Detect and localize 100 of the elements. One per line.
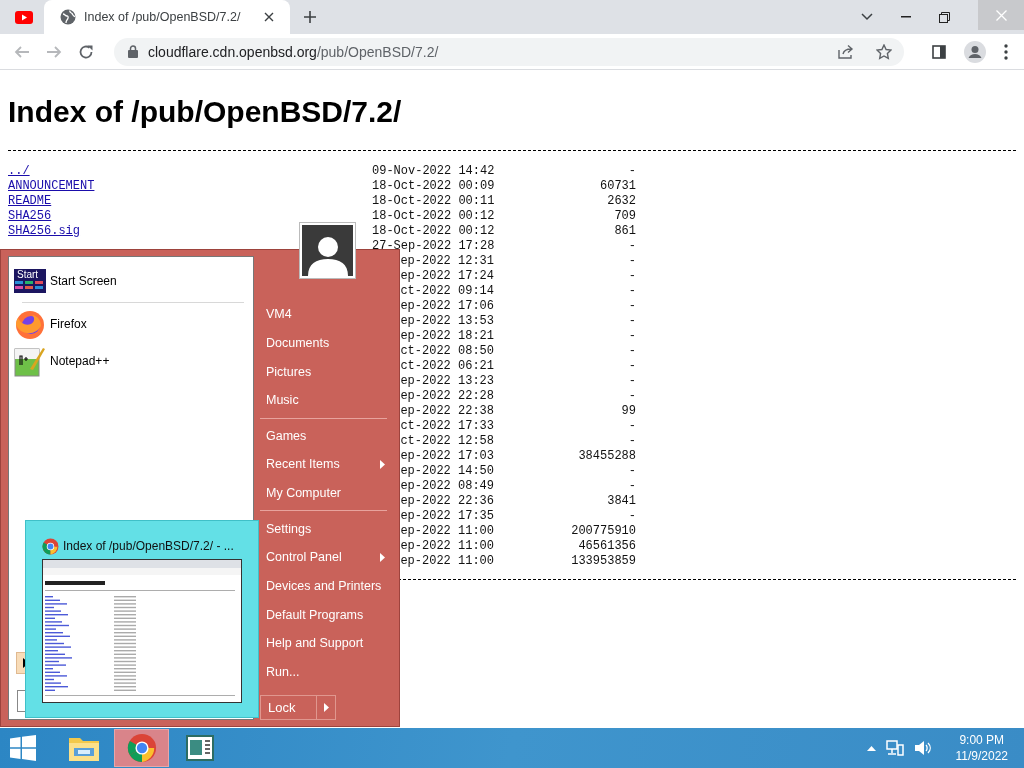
address-bar[interactable]: cloudflare.cdn.openbsd.org/pub/OpenBSD/7.2/ <box>114 37 904 66</box>
modified-date: ep-2022 13:23 <box>400 374 494 388</box>
menu-item[interactable]: Recent Items <box>260 450 387 479</box>
preview-title: Index of /pub/OpenBSD/7.2/ - ... <box>63 539 234 553</box>
modified-date: ep-2022 17:06 <box>400 299 494 313</box>
menu-icon[interactable] <box>1004 43 1008 60</box>
video-play-icon <box>15 10 33 24</box>
menu-item[interactable]: Run... <box>260 657 387 687</box>
profile-icon[interactable] <box>964 40 986 63</box>
modified-date: ep-2022 12:31 <box>400 254 494 268</box>
file-link[interactable]: SHA256 <box>8 209 52 223</box>
browser-tab[interactable]: Index of /pub/OpenBSD/7.2/ <box>44 0 290 34</box>
menu-item[interactable]: Documents <box>260 328 387 358</box>
file-link[interactable]: ../ <box>8 164 30 178</box>
modified-date: ep-2022 14:50 <box>400 464 494 478</box>
file-size: - <box>627 269 636 284</box>
menu-item[interactable]: Devices and Printers <box>260 571 387 601</box>
add-icon[interactable] <box>304 11 316 23</box>
file-size: 38455288 <box>577 449 636 464</box>
chevron-down-icon[interactable] <box>861 13 873 21</box>
menu-item[interactable]: Settings <box>260 514 387 543</box>
lock-icon <box>128 45 138 58</box>
menu-item[interactable]: My Computer <box>260 478 387 508</box>
modified-date: ep-2022 11:00 <box>400 539 494 553</box>
menu-item[interactable]: Default Programs <box>260 600 387 629</box>
file-size: 2632 <box>606 194 636 209</box>
triangle-right-icon <box>380 552 385 562</box>
modified-date: ct-2022 09:14 <box>400 284 494 298</box>
taskbar-button[interactable] <box>114 729 169 767</box>
modified-date: ct-2022 08:50 <box>400 344 494 358</box>
file-link[interactable]: ANNOUNCEMENT <box>8 179 95 193</box>
speaker-icon[interactable] <box>913 740 932 756</box>
modified-date: ep-2022 22:28 <box>400 389 494 403</box>
url-text: cloudflare.cdn.openbsd.org/pub/OpenBSD/7.2/ <box>148 43 439 60</box>
modified-date: ep-2022 17:03 <box>400 449 494 463</box>
menu-item[interactable]: Music <box>260 385 387 415</box>
file-size: - <box>627 359 636 374</box>
window-app-icon <box>185 735 214 761</box>
file-size: - <box>627 314 636 329</box>
page-heading: Index of /pub/OpenBSD/7.2/ <box>8 94 403 130</box>
triangle-right-icon <box>380 459 385 469</box>
chrome-logo-icon <box>42 537 59 555</box>
clock[interactable]: 9:00 PM 11/9/2022 <box>955 732 1008 764</box>
menu-item[interactable]: VM4 <box>260 300 387 329</box>
reload-icon[interactable] <box>78 43 94 60</box>
file-size: - <box>627 434 636 449</box>
modified-date: 18-Oct-2022 00:12 <box>372 209 495 223</box>
program-item[interactable]: Firefox <box>14 305 248 342</box>
minimize-icon[interactable] <box>901 16 911 18</box>
modified-date: ep-2022 18:21 <box>400 329 494 343</box>
file-size: 46561356 <box>577 539 636 554</box>
close-icon <box>995 9 1007 21</box>
file-size: 861 <box>613 224 636 239</box>
modified-date: ep-2022 11:00 <box>400 554 494 568</box>
start-screen-icon: Start <box>14 269 46 293</box>
star-icon[interactable] <box>876 43 892 60</box>
file-size: - <box>627 419 636 434</box>
user-avatar[interactable] <box>300 223 355 278</box>
file-size: - <box>627 389 636 404</box>
chrome-logo-icon <box>126 733 157 763</box>
modified-date: ct-2022 12:58 <box>400 434 494 448</box>
network-icon[interactable] <box>885 740 904 756</box>
modified-date: 18-Oct-2022 00:12 <box>372 224 495 238</box>
restore-icon[interactable] <box>939 11 950 23</box>
menu-item[interactable]: Help and Support <box>260 628 387 658</box>
file-size: 709 <box>613 209 636 224</box>
menu-item[interactable]: Control Panel <box>260 542 387 572</box>
program-item[interactable]: Start Start Screen <box>14 262 248 300</box>
file-size: - <box>627 164 636 179</box>
modified-date: 18-Oct-2022 00:09 <box>372 179 495 193</box>
windows-logo-icon[interactable] <box>10 735 36 761</box>
file-size: - <box>627 284 636 299</box>
file-size: - <box>627 509 636 524</box>
modified-date: ep-2022 22:36 <box>400 494 494 508</box>
file-size: 200775910 <box>570 524 636 539</box>
file-size: 99 <box>620 404 636 419</box>
close-icon[interactable] <box>264 12 274 22</box>
modified-date: ep-2022 08:49 <box>400 479 494 493</box>
side-panel-icon[interactable] <box>932 44 946 59</box>
program-item[interactable]: Notepad++ <box>14 342 248 379</box>
file-size: 60731 <box>599 179 636 194</box>
modified-date: ct-2022 17:33 <box>400 419 494 433</box>
file-size: - <box>627 479 636 494</box>
file-size: - <box>627 254 636 269</box>
file-size: - <box>627 239 636 254</box>
person-silhouette-icon <box>305 234 350 276</box>
modified-date: ep-2022 11:00 <box>400 524 494 538</box>
file-link[interactable]: README <box>8 194 52 208</box>
file-size: - <box>627 464 636 479</box>
menu-item[interactable]: Games <box>260 421 387 451</box>
modified-date: ct-2022 06:21 <box>400 359 494 373</box>
menu-item[interactable]: Pictures <box>260 357 387 386</box>
file-link[interactable]: SHA256.sig <box>8 224 80 238</box>
modified-date: 27-Sep-2022 17:28 <box>372 239 495 253</box>
file-size: 3841 <box>606 494 636 509</box>
globe-icon <box>60 9 76 25</box>
file-size: - <box>627 374 636 389</box>
caret-up-icon[interactable] <box>866 745 876 751</box>
modified-date: ep-2022 17:24 <box>400 269 494 283</box>
share-icon[interactable] <box>838 44 854 59</box>
